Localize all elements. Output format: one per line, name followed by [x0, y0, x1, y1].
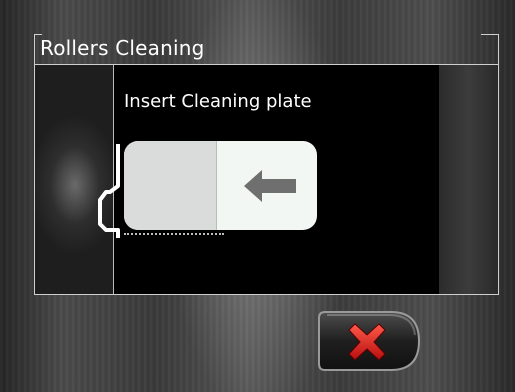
insert-guide-line	[124, 233, 224, 235]
title-divider	[34, 64, 499, 65]
slot-bracket-icon	[98, 144, 120, 238]
cleaning-plate-edge	[124, 141, 217, 230]
frame-corner-right	[481, 34, 499, 35]
cancel-button[interactable]	[315, 309, 423, 373]
instruction-text: Insert Cleaning plate	[124, 91, 312, 112]
dialog-title: Rollers Cleaning	[40, 36, 205, 60]
arrow-left-icon	[244, 170, 296, 202]
rollers-cleaning-screen: Rollers Cleaning Insert Cleaning plate	[0, 0, 515, 392]
